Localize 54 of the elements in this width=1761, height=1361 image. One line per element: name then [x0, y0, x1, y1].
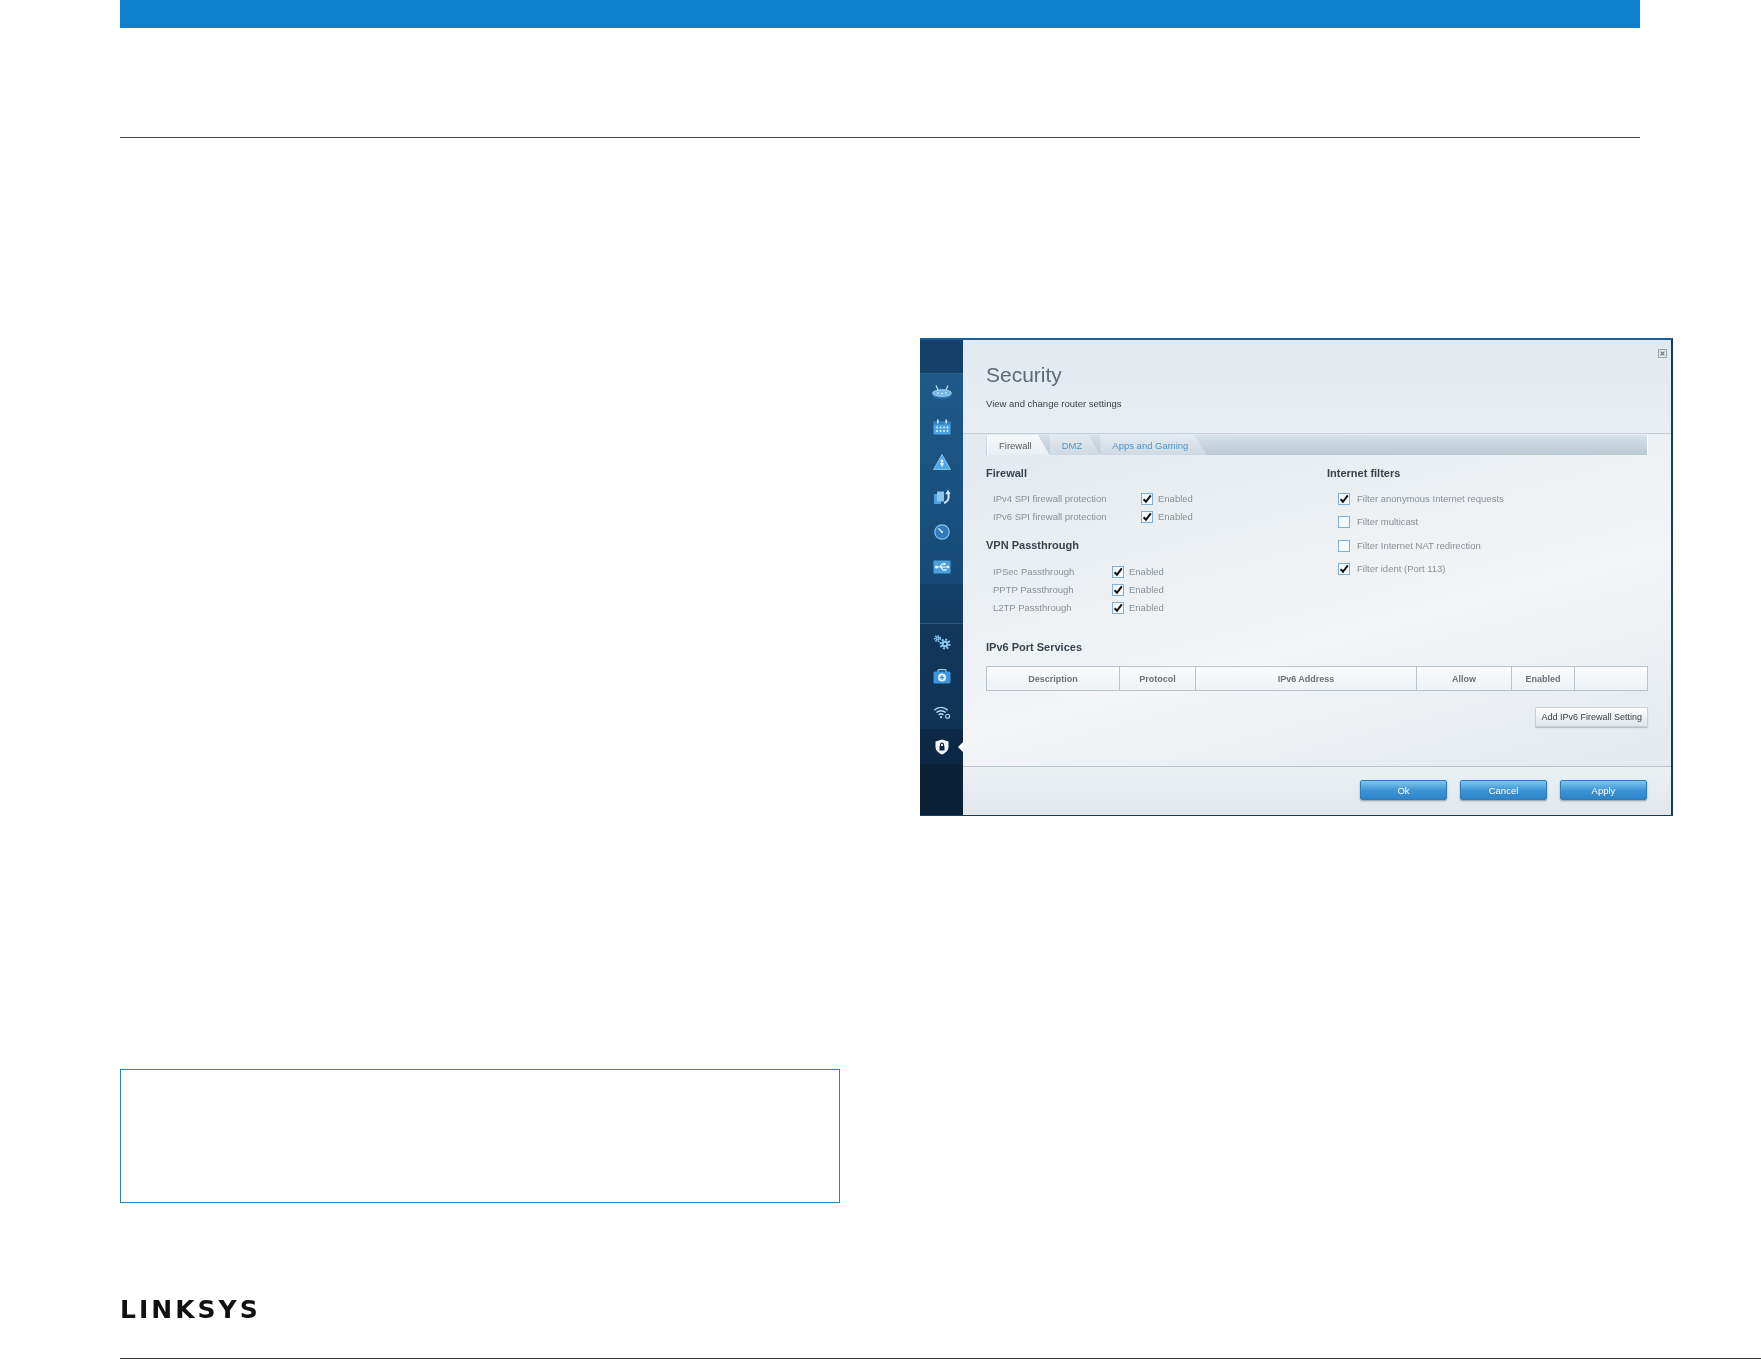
- setting-label: L2TP Passthrough: [993, 602, 1073, 614]
- column-header: Description: [986, 666, 1120, 691]
- checkbox-label: Filter ident (Port 113): [1357, 563, 1446, 576]
- logo: LINKSYS: [120, 1299, 261, 1320]
- tab[interactable]: Firewall: [987, 435, 1050, 455]
- checkbox-label: Filter multicast: [1357, 516, 1419, 529]
- gears-icon: [932, 633, 951, 650]
- section-heading: VPN Passthrough: [986, 539, 1079, 552]
- checkbox[interactable]: [1112, 584, 1124, 596]
- tab[interactable]: DMZ: [1049, 435, 1101, 455]
- section-heading: IPv6 Port Services: [986, 641, 1082, 654]
- checkbox[interactable]: [1112, 566, 1124, 578]
- checkbox[interactable]: [1141, 511, 1153, 523]
- wifi-icon: [932, 704, 951, 719]
- setting-label: PPTP Passthrough: [993, 584, 1075, 596]
- checkbox-label: Enabled: [1158, 511, 1193, 523]
- sidebar-item[interactable]: [920, 729, 963, 764]
- checkbox[interactable]: [1112, 602, 1124, 614]
- close-icon[interactable]: [1658, 349, 1667, 358]
- setting-label: IPv6 SPI firewall protection: [993, 511, 1108, 523]
- checkbox[interactable]: [1338, 492, 1350, 505]
- section-heading: Firewall: [986, 467, 1027, 480]
- checkbox[interactable]: [1338, 539, 1350, 552]
- dialog-button[interactable]: Cancel: [1460, 780, 1547, 800]
- curved-arrow-icon: [932, 488, 951, 505]
- add-setting-button[interactable]: Add IPv6 Firewall Setting: [1535, 707, 1648, 727]
- checkbox[interactable]: [1338, 563, 1350, 576]
- checkbox-label: Enabled: [1129, 584, 1164, 596]
- setting-label: IPv4 SPI firewall protection: [993, 493, 1108, 505]
- shield-lock-icon: [934, 738, 949, 755]
- dialog-button[interactable]: Ok: [1360, 780, 1447, 800]
- page-title: Security: [986, 362, 1062, 388]
- tab[interactable]: Apps and Gaming: [1100, 435, 1207, 455]
- warning-triangle-icon: [932, 453, 951, 470]
- section-heading: Internet filters: [1327, 467, 1401, 480]
- dialog-button[interactable]: Apply: [1560, 780, 1647, 800]
- router-icon: [931, 384, 952, 399]
- page-subtitle: View and change router settings: [986, 398, 1122, 410]
- column-header: Allow: [1417, 666, 1512, 691]
- checkbox[interactable]: [1338, 516, 1350, 529]
- first-aid-kit-icon: [932, 669, 951, 684]
- checkbox-label: Filter anonymous Internet requests: [1357, 492, 1504, 505]
- usb-icon: [932, 559, 951, 574]
- setting-label: IPSec Passthrough: [993, 566, 1076, 578]
- checkbox-label: Enabled: [1158, 493, 1193, 505]
- checkbox-label: Filter Internet NAT redirection: [1357, 539, 1481, 552]
- calendar-icon: [932, 418, 951, 435]
- checkbox-label: Enabled: [1129, 602, 1164, 614]
- column-header: IPv6 Address: [1196, 666, 1417, 691]
- checkbox-label: Enabled: [1129, 566, 1164, 578]
- column-header: Enabled: [1512, 666, 1575, 691]
- checkbox[interactable]: [1141, 493, 1153, 505]
- gauge-icon: [933, 523, 950, 540]
- column-header: Protocol: [1120, 666, 1196, 691]
